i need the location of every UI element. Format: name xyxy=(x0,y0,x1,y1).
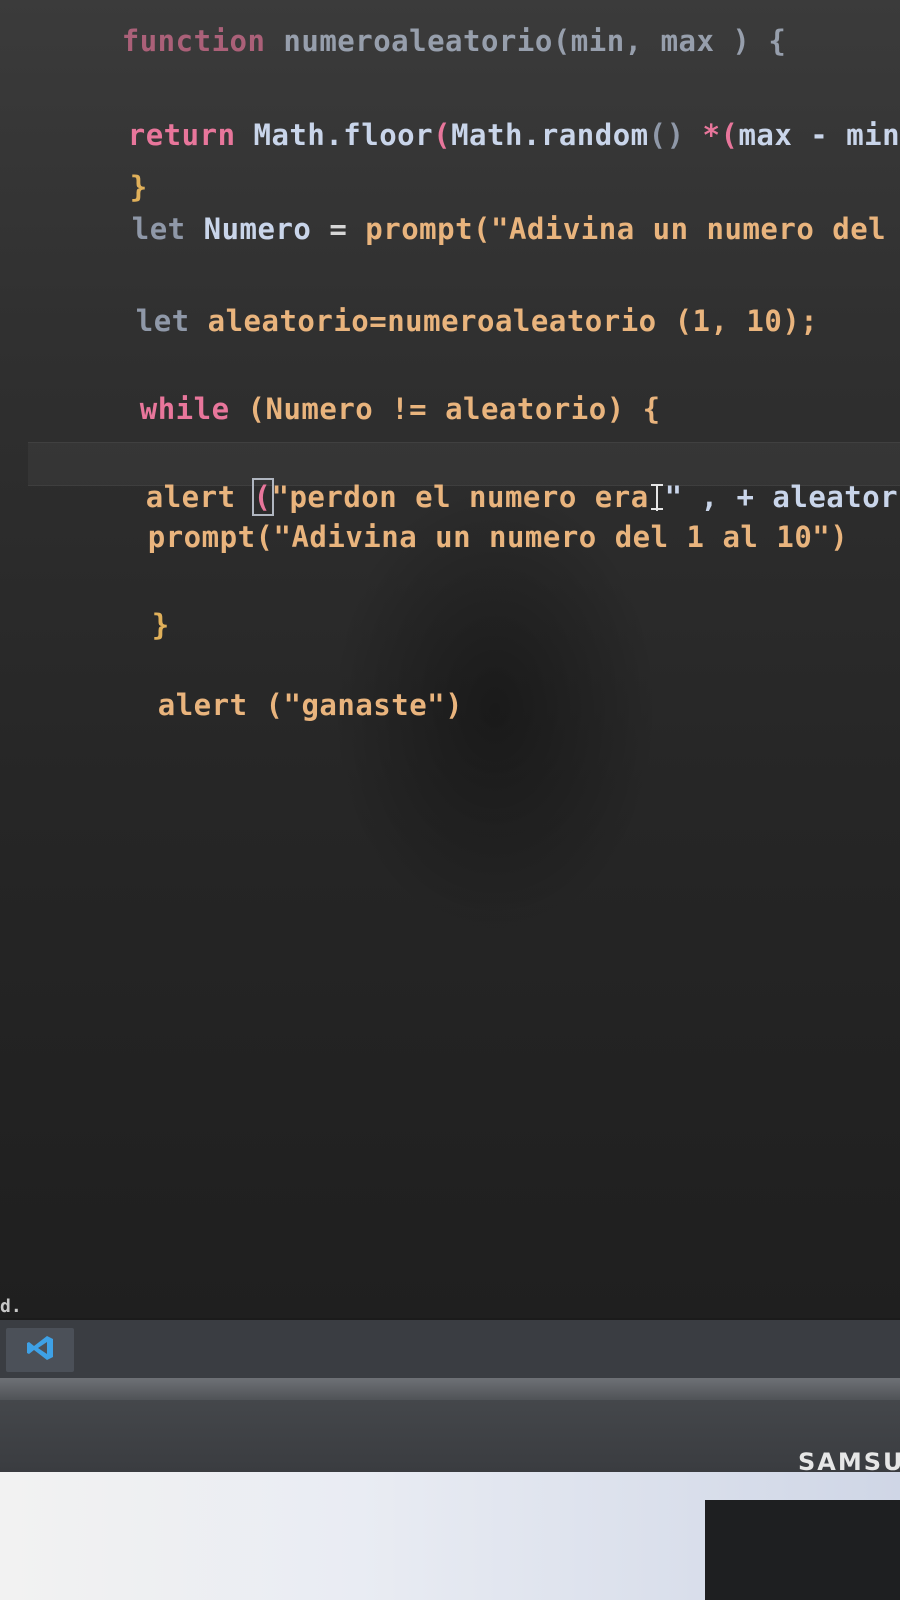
function-call: prompt xyxy=(147,520,256,554)
keyword: let xyxy=(131,212,186,246)
identifier: Math.random xyxy=(451,118,649,152)
code-line-2[interactable]: return Math.floor(Math.random() *(max - … xyxy=(20,84,900,186)
paren: () xyxy=(648,118,685,152)
statement: aleatorio=numeroaleatorio (1, 10); xyxy=(207,304,819,338)
monitor-bezel-edge xyxy=(0,1378,900,1400)
function-call: prompt xyxy=(365,212,474,246)
paren: ( xyxy=(433,118,452,152)
string: ("ganaste") xyxy=(247,688,464,722)
keyword: let xyxy=(135,304,190,338)
taskbar xyxy=(0,1318,900,1380)
string: ("Adivina un numero del 1 al 10") xyxy=(255,520,849,554)
taskbar-app-button[interactable] xyxy=(6,1328,74,1372)
monitor-stand xyxy=(705,1500,900,1600)
identifier: Numero xyxy=(203,212,312,246)
code-line-10[interactable]: alert ("ganaste") xyxy=(50,654,463,756)
identifier: Math.floor xyxy=(253,118,434,152)
operator: = xyxy=(311,212,366,246)
code-editor[interactable]: function numeroaleatorio(min, max ) { re… xyxy=(0,0,900,1300)
function-signature: numeroaleatorio(min, max ) { xyxy=(283,24,787,58)
keyword: while xyxy=(139,392,230,426)
condition: (Numero != aleatorio) { xyxy=(229,392,661,426)
code-line-6[interactable]: while (Numero != aleatorio) { xyxy=(32,358,661,460)
vscode-icon xyxy=(25,1333,55,1367)
code-line-4[interactable]: let Numero = prompt("Adivina un numero d… xyxy=(24,178,900,280)
operator: *( xyxy=(684,118,739,152)
function-call: alert xyxy=(157,688,248,722)
string: ("Adivina un numero del 1 al xyxy=(473,212,887,246)
code-line-1[interactable]: function numeroaleatorio(min, max ) { xyxy=(14,0,786,92)
closing-brace: } xyxy=(151,608,170,642)
status-text-fragment: d. xyxy=(0,1296,22,1317)
keyword: function xyxy=(121,24,266,58)
code-line-8[interactable]: prompt("Adivina un numero del 1 al 10") xyxy=(40,486,848,588)
code-line-5[interactable]: let aleatorio=numeroaleatorio (1, 10); xyxy=(28,270,818,372)
expression: max - min + 1 xyxy=(738,118,900,152)
monitor-screen: function numeroaleatorio(min, max ) { re… xyxy=(0,0,900,1318)
